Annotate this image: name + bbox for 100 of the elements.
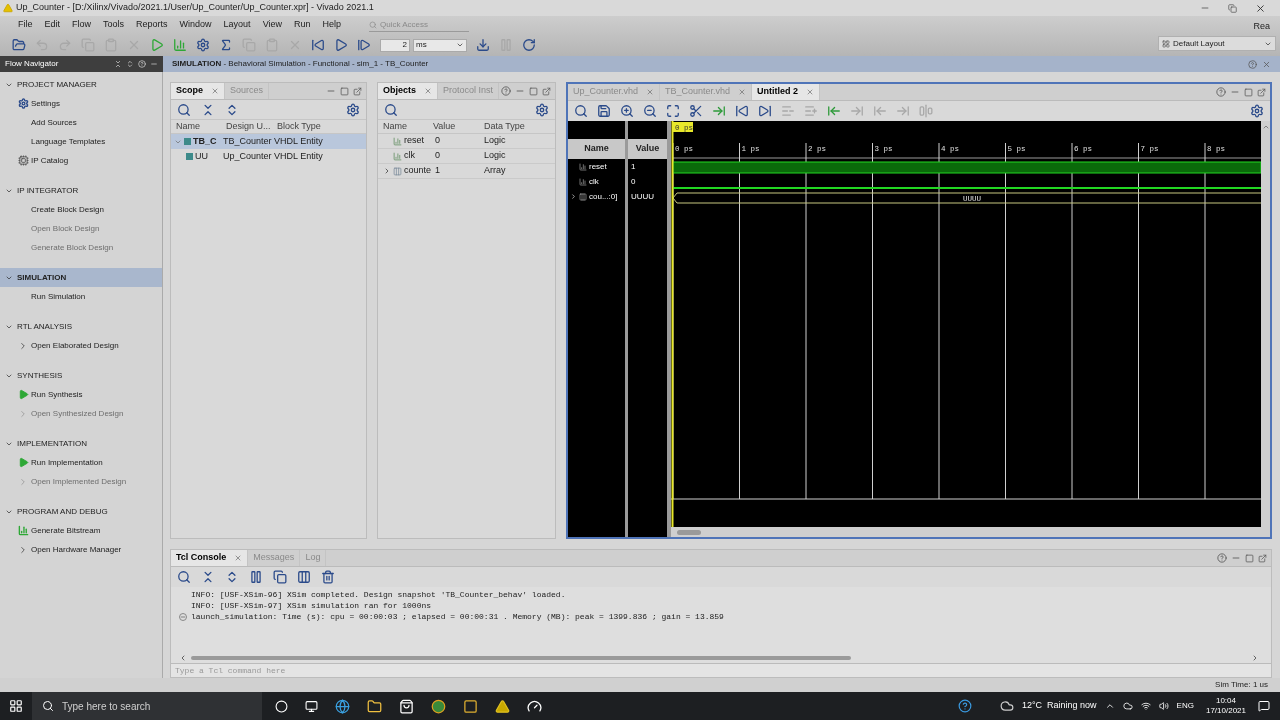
run-all-icon[interactable]	[334, 38, 348, 52]
nav-section-header[interactable]: IMPLEMENTATION	[0, 434, 162, 453]
float-icon[interactable]	[1258, 553, 1267, 563]
panel-tab[interactable]: Scope	[171, 83, 225, 99]
cloud-icon[interactable]	[1122, 701, 1133, 711]
nav-item[interactable]: Open Hardware Manager	[31, 543, 122, 556]
search-icon[interactable]	[177, 570, 191, 584]
wifi-icon[interactable]	[1140, 701, 1151, 711]
nav-item[interactable]: Run Synthesis	[31, 388, 83, 401]
marker-icon[interactable]	[712, 104, 726, 118]
scroll-left-icon[interactable]	[179, 654, 187, 662]
scroll-right-icon[interactable]	[1251, 654, 1259, 662]
collapse-all-icon[interactable]	[201, 570, 215, 584]
menu-item[interactable]: Run	[288, 18, 317, 32]
go-start-icon[interactable]	[735, 104, 749, 118]
nav-item[interactable]: Run Simulation	[31, 290, 86, 303]
volume-icon[interactable]	[1158, 701, 1169, 711]
time-unit-select[interactable]: ms	[413, 38, 467, 52]
step-icon[interactable]	[357, 38, 371, 52]
help-icon[interactable]	[501, 86, 511, 96]
maximize-icon[interactable]	[1245, 553, 1254, 563]
help-icon[interactable]	[957, 699, 972, 713]
open-folder-icon[interactable]	[12, 38, 26, 52]
panel-tab[interactable]: Tcl Console	[171, 550, 249, 566]
nav-section-header[interactable]: PROGRAM AND DEBUG	[0, 502, 162, 521]
settings-icon[interactable]	[196, 38, 210, 52]
go-end-icon[interactable]	[758, 104, 772, 118]
tree-row[interactable]: TB_C TB_Counter VHDL Entity	[171, 134, 366, 149]
expand-icon[interactable]	[18, 544, 28, 555]
menu-item[interactable]: Flow	[66, 18, 98, 32]
panel-tab[interactable]: Untitled 2	[752, 84, 821, 100]
minimize-icon[interactable]	[150, 60, 158, 68]
menu-item[interactable]: File	[12, 18, 39, 32]
folder-icon[interactable]	[367, 698, 382, 714]
float-icon[interactable]	[353, 86, 362, 96]
close-icon[interactable]	[1255, 2, 1266, 14]
search-icon[interactable]	[177, 102, 191, 117]
nav-section-header[interactable]: RTL ANALYSIS	[0, 317, 162, 336]
columns-icon[interactable]	[297, 570, 311, 584]
collapse-all-icon[interactable]	[201, 102, 215, 117]
maximize-icon[interactable]	[1244, 87, 1253, 97]
zoom-in-icon[interactable]	[620, 104, 634, 118]
nav-item[interactable]: Add Sources	[31, 116, 77, 129]
vivado-icon[interactable]	[495, 698, 510, 714]
settings-icon[interactable]	[346, 102, 360, 117]
store-icon[interactable]	[399, 698, 414, 714]
restore-icon[interactable]	[1228, 3, 1237, 13]
collapse-icon[interactable]	[114, 60, 122, 68]
add-marker-icon[interactable]	[827, 104, 841, 118]
menu-item[interactable]: Help	[316, 18, 347, 32]
nav-item[interactable]: Open Elaborated Design	[31, 339, 119, 352]
taskbar-search-field[interactable]: Type here to search	[32, 692, 262, 720]
notifications-icon[interactable]	[1258, 700, 1270, 712]
sigma-icon[interactable]	[219, 38, 233, 52]
trash-icon[interactable]	[321, 570, 335, 584]
expand-icon[interactable]	[383, 167, 391, 175]
settings-icon[interactable]	[535, 102, 549, 117]
maximize-icon[interactable]	[340, 86, 349, 96]
scroll-up-icon[interactable]	[1261, 123, 1270, 131]
expand-icon[interactable]	[126, 60, 134, 68]
help-icon[interactable]	[1216, 87, 1226, 97]
clock[interactable]: 10:04 17/10/2021	[1201, 696, 1250, 716]
help-icon[interactable]	[1248, 59, 1257, 69]
nav-section-header[interactable]: IP INTEGRATOR	[0, 181, 162, 200]
expand-icon[interactable]	[570, 193, 577, 200]
tree-row[interactable]: UU Up_Counter VHDL Entity	[171, 149, 366, 164]
nav-item[interactable]: Run Implementation	[31, 456, 103, 469]
help-icon[interactable]	[1217, 553, 1227, 563]
save-icon[interactable]	[597, 104, 611, 118]
tray-chevron-icon[interactable]	[1104, 701, 1115, 711]
menu-item[interactable]: Layout	[217, 18, 257, 32]
scrollbar-thumb[interactable]	[677, 529, 701, 535]
search-icon[interactable]	[384, 102, 398, 117]
float-icon[interactable]	[542, 86, 551, 96]
menu-item[interactable]: View	[256, 18, 288, 32]
start-icon[interactable]	[9, 699, 23, 713]
zoom-out-icon[interactable]	[643, 104, 657, 118]
menu-item[interactable]: Edit	[38, 18, 67, 32]
nav-item[interactable]: IP Catalog	[31, 154, 69, 167]
nav-item[interactable]: Create Block Design	[31, 203, 104, 216]
settings-icon[interactable]	[1250, 104, 1264, 118]
menu-item[interactable]: Reports	[130, 18, 174, 32]
nav-item[interactable]: Settings	[31, 97, 60, 110]
nav-item[interactable]: Generate Bitstream	[31, 524, 101, 537]
copy-icon[interactable]	[273, 570, 287, 584]
layout-select[interactable]: Default Layout	[1158, 36, 1276, 51]
refresh-icon[interactable]	[522, 38, 536, 52]
restart-icon[interactable]	[311, 38, 325, 52]
cortana-icon[interactable]	[275, 699, 288, 713]
zoom-fit-icon[interactable]	[666, 104, 680, 118]
panel-tab[interactable]: Objects	[378, 83, 438, 99]
download-icon[interactable]	[476, 38, 490, 52]
maximize-icon[interactable]	[529, 86, 538, 96]
float-icon[interactable]	[1257, 87, 1266, 97]
language-text[interactable]: ENG	[1176, 700, 1194, 712]
pause-icon[interactable]	[249, 570, 263, 584]
task-view-icon[interactable]	[305, 699, 318, 713]
search-icon[interactable]	[574, 104, 588, 118]
menu-item[interactable]: Window	[173, 18, 218, 32]
nav-section-header[interactable]: PROJECT MANAGER	[0, 75, 162, 94]
